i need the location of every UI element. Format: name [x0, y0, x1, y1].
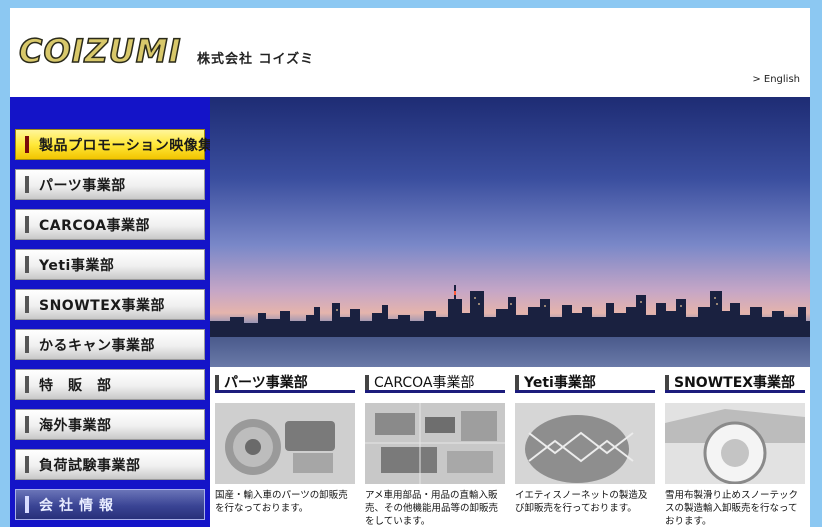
- circuit-board-graphic: [365, 403, 505, 484]
- bullet-bar-icon: [25, 296, 29, 313]
- tire-sock-graphic: [665, 403, 805, 484]
- sidebar-item-promo-videos[interactable]: 製品プロモーション映像集: [15, 129, 212, 160]
- bullet-bar-icon: [25, 376, 29, 393]
- snow-net-graphic: [515, 403, 655, 484]
- site-header: COIZUMI 株式会社 コイズミ > English: [10, 8, 810, 97]
- sidebar-item-label: CARCOA事業部: [39, 217, 151, 234]
- sidebar-item-yeti[interactable]: Yeti事業部: [15, 249, 205, 280]
- bullet-bar-icon: [665, 374, 669, 390]
- sidebar-item-special-sales[interactable]: 特 販 部: [15, 369, 205, 400]
- bullet-bar-icon: [25, 416, 29, 433]
- dept-heading: パーツ事業部: [215, 374, 355, 393]
- brake-parts-graphic: [215, 403, 355, 484]
- dept-heading: Yeti事業部: [515, 374, 655, 393]
- bullet-bar-icon: [25, 456, 29, 473]
- dept-title: パーツ事業部: [224, 375, 308, 391]
- sidebar-item-label: 会社情報: [39, 497, 119, 514]
- parts-photo[interactable]: [215, 403, 355, 484]
- logo-wordmark: COIZUMI: [18, 31, 182, 71]
- carcoa-photo[interactable]: [365, 403, 505, 484]
- sidebar-item-label: 負荷試験事業部: [39, 457, 141, 474]
- dept-parts[interactable]: パーツ事業部 国産・輸入車のパーツの卸販売を行なっております。: [215, 374, 355, 515]
- yeti-photo[interactable]: [515, 403, 655, 484]
- dept-snowtex[interactable]: SNOWTEX事業部 雪用布製滑り止めスノーテックスの製造輸入卸販売を行なってお…: [665, 374, 805, 527]
- sidebar-item-label: Yeti事業部: [39, 257, 115, 274]
- dept-carcoa[interactable]: CARCOA事業部 アメ車用部品・用品の直輸入販売、その他機能用品等の卸販売をし…: [365, 374, 505, 527]
- sidebar-item-company-info[interactable]: 会社情報: [15, 489, 205, 520]
- bullet-bar-icon: [215, 374, 219, 390]
- city-skyline-graphic: [210, 285, 810, 337]
- bullet-bar-icon: [25, 256, 29, 273]
- sidebar-item-karucan[interactable]: かるキャン事業部: [15, 329, 205, 360]
- sidebar-item-label: 製品プロモーション映像集: [39, 137, 213, 154]
- bullet-bar-icon: [515, 374, 519, 390]
- dept-description: 国産・輸入車のパーツの卸販売を行なっております。: [215, 490, 348, 514]
- dept-heading: SNOWTEX事業部: [665, 374, 805, 393]
- dept-description: 雪用布製滑り止めスノーテックスの製造輸入卸販売を行なっております。: [665, 490, 799, 527]
- bullet-bar-icon: [25, 336, 29, 353]
- sidebar-item-label: パーツ事業部: [39, 177, 126, 194]
- dept-title: SNOWTEX事業部: [674, 375, 796, 391]
- bullet-bar-icon: [365, 374, 369, 390]
- dept-title: Yeti事業部: [524, 375, 596, 391]
- sidebar-item-snowtex[interactable]: SNOWTEX事業部: [15, 289, 205, 320]
- sidebar-item-label: かるキャン事業部: [39, 337, 155, 354]
- bullet-bar-icon: [25, 136, 29, 153]
- page-frame: COIZUMI 株式会社 コイズミ > English 製品プロモーション映像集…: [10, 8, 810, 527]
- sidebar-nav: 製品プロモーション映像集 パーツ事業部 CARCOA事業部 Yeti事業部 SN…: [10, 97, 212, 527]
- dept-description: イエティスノーネットの製造及び卸販売を行っております。: [515, 490, 648, 514]
- sidebar-item-label: SNOWTEX事業部: [39, 297, 166, 314]
- bullet-bar-icon: [25, 176, 29, 193]
- bullet-bar-icon: [25, 496, 29, 513]
- sidebar-item-overseas[interactable]: 海外事業部: [15, 409, 205, 440]
- sidebar-item-carcoa[interactable]: CARCOA事業部: [15, 209, 205, 240]
- sidebar-item-parts[interactable]: パーツ事業部: [15, 169, 205, 200]
- dept-title: CARCOA事業部: [374, 375, 475, 391]
- bullet-bar-icon: [25, 216, 29, 233]
- sidebar-item-load-testing[interactable]: 負荷試験事業部: [15, 449, 205, 480]
- hero-skyline-image: [210, 97, 810, 367]
- dept-yeti[interactable]: Yeti事業部 イエティスノーネットの製造及び卸販売を行っております。: [515, 374, 655, 515]
- sidebar-item-label: 海外事業部: [39, 417, 112, 434]
- sidebar-item-label: 特 販 部: [39, 377, 112, 394]
- snowtex-photo[interactable]: [665, 403, 805, 484]
- dept-description: アメ車用部品・用品の直輸入販売、その他機能用品等の卸販売をしています。: [365, 490, 499, 527]
- company-logo[interactable]: COIZUMI: [18, 31, 189, 71]
- bay-water: [210, 337, 810, 367]
- english-link[interactable]: > English: [752, 74, 800, 85]
- company-name: 株式会社 コイズミ: [197, 52, 315, 67]
- dept-heading: CARCOA事業部: [365, 374, 505, 393]
